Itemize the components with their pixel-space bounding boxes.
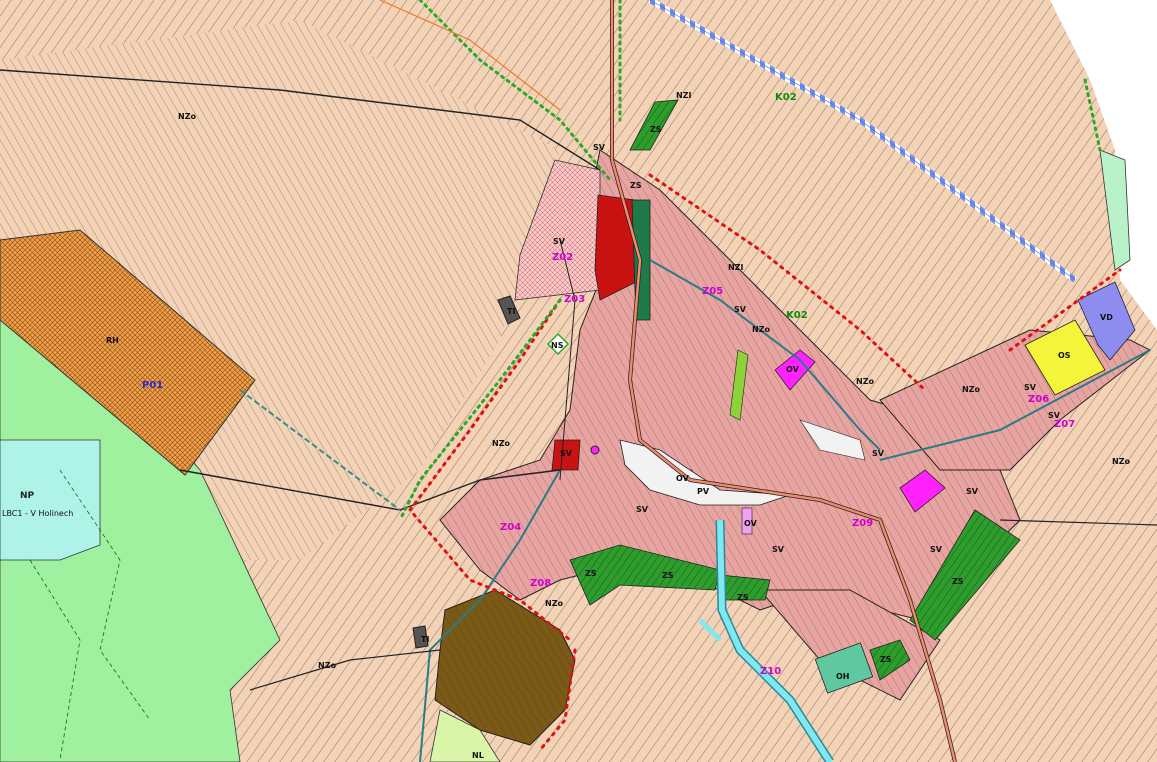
label-nzo-5: NZo <box>752 325 770 334</box>
label-lbc: LBC1 - V Holinech <box>2 509 73 518</box>
label-sv-2: SV <box>553 237 566 246</box>
label-sv-6: SV <box>872 449 885 458</box>
label-z10: Z10 <box>760 666 781 677</box>
label-sv-5: SV <box>772 545 785 554</box>
label-nzo-8: NZo <box>545 599 563 608</box>
label-sv-11: SV <box>1024 383 1037 392</box>
label-nzo-1: NZo <box>178 112 196 121</box>
label-zs-4: ZS <box>662 571 674 580</box>
map-canvas: NZo NZo NZo NZo NZo NZo NZo NZo NZI NZI … <box>0 0 1157 762</box>
label-sv-9: SV <box>930 545 943 554</box>
label-nzo-7: NZo <box>962 385 980 394</box>
label-zs-7: ZS <box>880 655 892 664</box>
label-k02-2: K02 <box>786 310 808 321</box>
label-np: NP <box>20 491 35 501</box>
label-nzi-2: NZI <box>728 263 743 272</box>
land-use-map: NZo NZo NZo NZo NZo NZo NZo NZo NZI NZI … <box>0 0 1157 762</box>
label-nzo-2: NZo <box>492 439 510 448</box>
label-z02: Z02 <box>552 252 573 263</box>
label-z07: Z07 <box>1054 419 1075 430</box>
label-sv-7: SV <box>966 487 979 496</box>
label-zs-1: ZS <box>650 125 662 134</box>
label-nl: NL <box>472 751 484 760</box>
label-z03: Z03 <box>564 294 585 305</box>
label-z08: Z08 <box>530 578 551 589</box>
label-oh: OH <box>836 672 850 681</box>
label-vd: VD <box>1100 313 1113 322</box>
label-z04: Z04 <box>500 522 521 533</box>
label-k02-1: K02 <box>775 92 797 103</box>
label-nzo-4: NZo <box>318 661 336 670</box>
label-ti-2: TI <box>421 635 429 644</box>
label-ti-1: TI <box>507 307 515 316</box>
label-p01: P01 <box>142 380 163 391</box>
label-z06: Z06 <box>1028 394 1049 405</box>
label-nzo-3: NZo <box>1112 457 1130 466</box>
label-zs-2: ZS <box>630 181 642 190</box>
label-zs-3: ZS <box>585 569 597 578</box>
label-ov-2: OV <box>676 474 690 483</box>
label-nzi-1: NZI <box>676 91 691 100</box>
label-zs-6: ZS <box>952 577 964 586</box>
label-ov-3: OV <box>744 519 758 528</box>
label-zs-5: ZS <box>737 593 749 602</box>
label-z05: Z05 <box>702 286 723 297</box>
label-sv-1: SV <box>593 143 606 152</box>
label-os: OS <box>1058 351 1071 360</box>
label-z09: Z09 <box>852 518 873 529</box>
label-rh: RH <box>106 336 119 345</box>
label-pv: PV <box>697 487 710 496</box>
label-ns: NS <box>551 341 564 350</box>
label-sv-10: SV <box>734 305 747 314</box>
label-sv-4: SV <box>636 505 649 514</box>
label-sv-3: SV <box>560 449 573 458</box>
label-ov-1: OV <box>786 365 800 374</box>
label-nzo-6: NZo <box>856 377 874 386</box>
